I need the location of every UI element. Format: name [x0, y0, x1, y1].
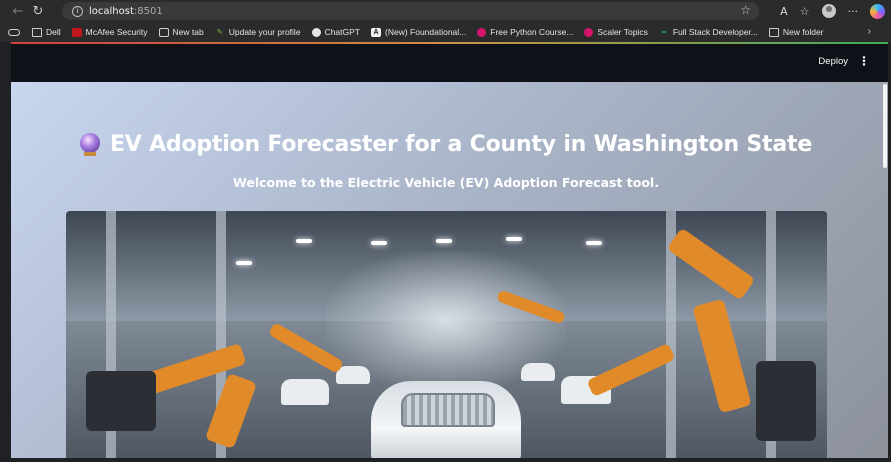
- bookmark-foundational[interactable]: A (New) Foundational...: [371, 27, 466, 37]
- background-car: [521, 363, 555, 381]
- header-decoration: [11, 42, 888, 44]
- address-bar[interactable]: i localhost:8501 ☆: [62, 2, 759, 20]
- scrollbar[interactable]: [882, 82, 888, 458]
- back-arrow-icon[interactable]: ←: [8, 0, 28, 22]
- bookmarks-bar: Dell McAfee Security New tab ✎ Update yo…: [0, 22, 891, 42]
- bookmark-update-profile[interactable]: ✎ Update your profile: [215, 27, 301, 37]
- page-title-text: EV Adoption Forecaster for a County in W…: [109, 132, 813, 157]
- scaler-icon: [584, 27, 594, 37]
- ceiling-light: [296, 239, 312, 243]
- bookmark-label: Full Stack Developer...: [672, 27, 758, 37]
- page-title: EV Adoption Forecaster for a County in W…: [11, 132, 881, 157]
- leaf-icon: ✎: [216, 29, 223, 36]
- robot-base: [756, 361, 816, 441]
- bookmark-label: New folder: [782, 27, 824, 37]
- ceiling-light: [586, 241, 602, 245]
- deploy-button[interactable]: Deploy: [818, 56, 848, 67]
- bookmark-scaler-topics[interactable]: Scaler Topics: [584, 27, 648, 37]
- ceiling-light: [436, 239, 452, 243]
- chevron-right-icon[interactable]: ›: [868, 26, 871, 37]
- toolbar-icons: A ☆ ···: [780, 0, 885, 22]
- bookmark-python-course[interactable]: Free Python Course...: [477, 27, 573, 37]
- bookmark-label: Free Python Course...: [490, 27, 574, 37]
- main-menu-icon[interactable]: ⋮: [858, 54, 870, 68]
- factory-robots-image: [66, 211, 827, 458]
- scaler-icon: [477, 27, 487, 37]
- read-aloud-icon[interactable]: A: [780, 5, 788, 18]
- url-port: :8501: [133, 5, 163, 17]
- main-content: EV Adoption Forecaster for a County in W…: [11, 82, 888, 458]
- ceiling-light: [371, 241, 387, 245]
- reload-icon[interactable]: ↻: [28, 0, 48, 22]
- crystal-ball-icon: [79, 133, 100, 156]
- bookmark-new-folder[interactable]: New folder: [768, 27, 824, 37]
- bookmark-new-tab[interactable]: New tab: [158, 27, 204, 37]
- site-info-icon[interactable]: i: [72, 5, 83, 17]
- browser-toolbar: ← ↻ i localhost:8501 ☆ A ☆ ···: [0, 0, 891, 22]
- bookmark-full-stack[interactable]: ∞ Full Stack Developer...: [659, 27, 758, 37]
- bookmark-label: (New) Foundational...: [385, 27, 467, 37]
- folder-icon: [32, 27, 42, 37]
- ceiling-light: [236, 261, 252, 265]
- app-header: Deploy ⋮: [11, 42, 888, 82]
- bookmark-dell[interactable]: Dell: [32, 27, 61, 37]
- bookmark-mcafee[interactable]: McAfee Security: [71, 27, 148, 37]
- bookmark-label: Scaler Topics: [597, 27, 648, 37]
- bookmark-label: New tab: [172, 27, 204, 37]
- bookmark-label: Dell: [46, 27, 61, 37]
- gamepad-icon[interactable]: [8, 28, 20, 36]
- mcafee-icon: [71, 27, 82, 37]
- page-subtitle: Welcome to the Electric Vehicle (EV) Ado…: [233, 175, 659, 190]
- fsd-icon: ∞: [661, 28, 667, 36]
- favorites-icon[interactable]: ☆: [800, 5, 810, 18]
- copilot-icon[interactable]: [870, 3, 885, 19]
- scrollbar-thumb[interactable]: [883, 84, 887, 168]
- more-options-icon[interactable]: ···: [848, 5, 859, 18]
- bookmark-chatgpt[interactable]: ChatGPT: [311, 27, 360, 37]
- background-car: [336, 366, 370, 384]
- folder-icon: [768, 27, 779, 37]
- favorite-star-icon[interactable]: ☆: [740, 3, 751, 17]
- anthropic-icon: A: [371, 27, 381, 37]
- url-host: localhost: [89, 5, 134, 17]
- background-car: [281, 379, 329, 405]
- tab-icon: [158, 27, 169, 37]
- chatgpt-icon: [311, 27, 321, 37]
- bookmark-label: McAfee Security: [85, 27, 148, 37]
- ceiling-light: [506, 237, 522, 241]
- bookmark-label: Update your profile: [228, 27, 301, 37]
- bookmark-label: ChatGPT: [324, 27, 360, 37]
- robot-base: [86, 371, 156, 431]
- profile-avatar[interactable]: [821, 4, 836, 18]
- foreground-car: [371, 381, 521, 458]
